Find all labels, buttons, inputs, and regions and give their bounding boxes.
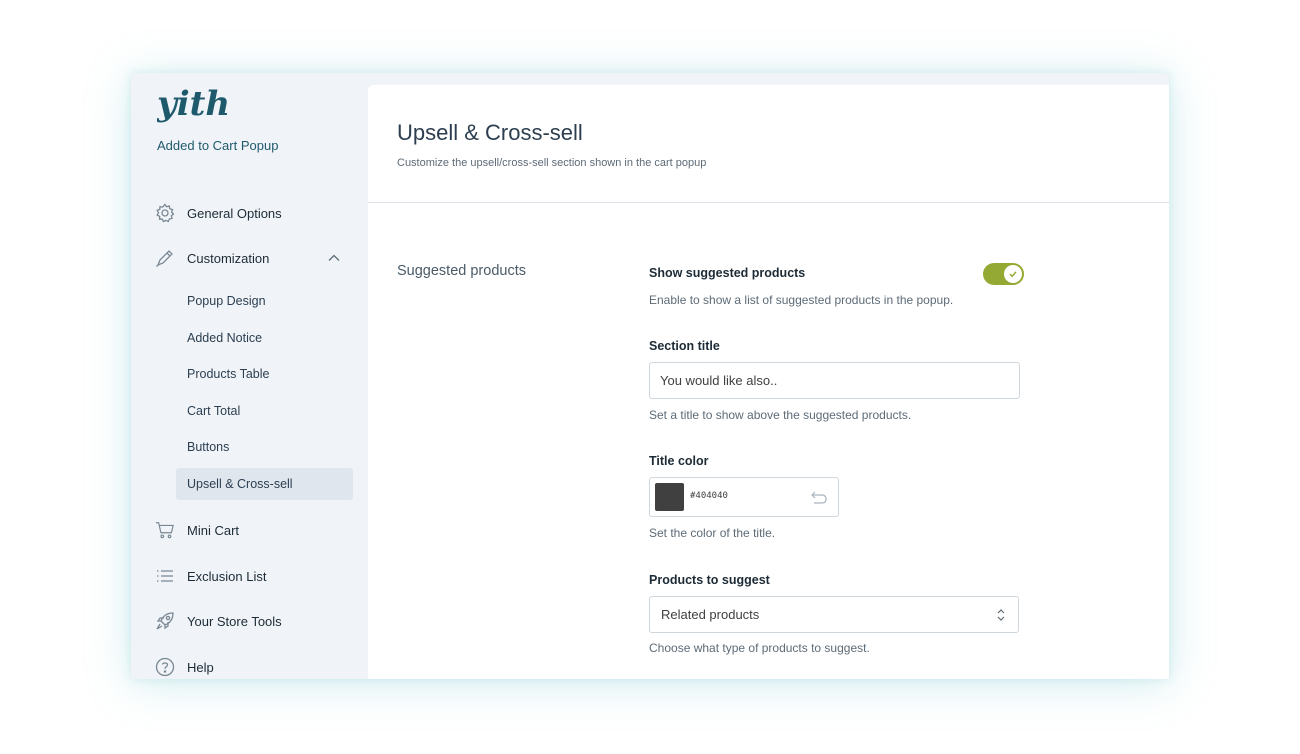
cart-icon [155, 520, 175, 540]
sidebar-item-label: Mini Cart [187, 522, 240, 538]
title-color-label: Title color [649, 454, 709, 468]
products-to-suggest-description: Choose what type of products to suggest. [649, 641, 870, 655]
section-title-label: Section title [649, 339, 720, 353]
show-suggested-description: Enable to show a list of suggested produ… [649, 293, 954, 307]
title-color-picker[interactable]: #404040 [649, 477, 839, 517]
select-value: Related products [661, 607, 760, 622]
sidebar-item-label: Your Store Tools [187, 613, 282, 629]
sidebar-subitem-products-table[interactable]: Products Table [176, 358, 353, 390]
rocket-icon [155, 611, 175, 631]
sidebar-subitem-upsell-cross-sell[interactable]: Upsell & Cross-sell [176, 468, 353, 500]
header-divider [368, 202, 1169, 203]
products-to-suggest-label: Products to suggest [649, 573, 770, 587]
sidebar-item-exclusion-list[interactable]: Exclusion List [131, 561, 367, 591]
sidebar-item-your-store-tools[interactable]: Your Store Tools [131, 606, 367, 636]
sidebar-item-label: Exclusion List [187, 568, 267, 584]
page-title: Upsell & Cross-sell [397, 120, 583, 145]
plugin-name: Added to Cart Popup [157, 138, 279, 153]
main-panel: Upsell & Cross-sell Customize the upsell… [368, 85, 1169, 679]
pen-icon [155, 248, 175, 268]
sidebar-item-label: Help [187, 659, 214, 675]
chevron-up-icon[interactable] [327, 251, 341, 265]
sidebar-item-label: Customization [187, 250, 270, 266]
sidebar-subitem-popup-design[interactable]: Popup Design [176, 285, 353, 317]
yith-logo: yith [156, 84, 230, 136]
sidebar-subitem-added-notice[interactable]: Added Notice [176, 322, 353, 354]
sidebar-item-customization[interactable]: Customization [131, 243, 367, 273]
sidebar-subitem-buttons[interactable]: Buttons [176, 431, 353, 463]
list-icon [155, 566, 175, 586]
reset-icon[interactable] [810, 489, 828, 505]
gear-icon [155, 203, 175, 223]
products-to-suggest-select[interactable]: Related products [649, 596, 1019, 633]
app-window: yith Added to Cart Popup General Options [131, 73, 1169, 679]
sidebar-subitem-cart-total[interactable]: Cart Total [176, 395, 353, 427]
check-icon [1004, 265, 1022, 283]
svg-text:yith: yith [157, 85, 227, 124]
section-title-description: Set a title to show above the suggested … [649, 408, 912, 422]
section-title-input[interactable] [649, 362, 1020, 399]
show-suggested-label: Show suggested products [649, 266, 806, 280]
page-subtitle: Customize the upsell/cross-sell section … [397, 157, 707, 169]
color-hex-value: #404040 [690, 491, 728, 501]
show-suggested-toggle[interactable] [983, 263, 1024, 285]
sidebar-item-general-options[interactable]: General Options [131, 198, 367, 228]
sidebar: yith Added to Cart Popup General Options [131, 73, 367, 679]
sidebar-item-mini-cart[interactable]: Mini Cart [131, 515, 367, 545]
help-icon [155, 657, 175, 677]
color-swatch[interactable] [655, 483, 684, 511]
select-arrows-icon [997, 609, 1005, 621]
sidebar-item-label: General Options [187, 205, 282, 221]
section-label: Suggested products [397, 263, 526, 279]
sidebar-item-help[interactable]: Help [131, 652, 367, 679]
title-color-description: Set the color of the title. [649, 526, 776, 540]
